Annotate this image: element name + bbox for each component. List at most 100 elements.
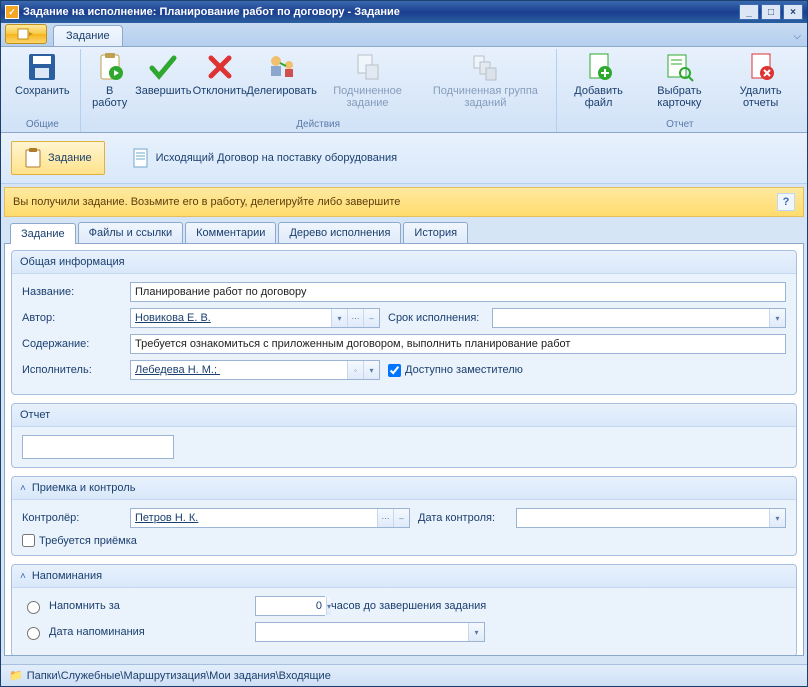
close-button[interactable]: × xyxy=(783,4,803,20)
panel-general: Общая информация Название: Автор: ▾ ⋯ – … xyxy=(11,250,797,395)
panel-reminder: ˄ Напоминания Напомнить за ▾ часов до за… xyxy=(11,564,797,656)
remind-date-dropdown-icon[interactable]: ▾ xyxy=(468,623,484,641)
needs-acceptance-checkbox[interactable]: Требуется приёмка xyxy=(22,534,786,547)
content-area: Общая информация Название: Автор: ▾ ⋯ – … xyxy=(4,244,804,656)
tab-comments[interactable]: Комментарии xyxy=(185,222,276,243)
to-work-label: В работу xyxy=(91,85,129,109)
control-date-input[interactable] xyxy=(517,509,769,527)
report-input[interactable] xyxy=(22,435,174,459)
author-combo[interactable]: ▾ ⋯ – xyxy=(130,308,380,328)
author-clear-icon[interactable]: – xyxy=(363,309,379,327)
app-icon: ✓ xyxy=(5,5,19,19)
save-icon xyxy=(26,51,58,83)
complete-label: Завершить xyxy=(135,85,191,97)
ribbon-group-actions-label: Действия xyxy=(85,117,552,132)
content-input[interactable] xyxy=(130,334,786,354)
hours-spin[interactable]: ▾ xyxy=(255,596,325,616)
reject-button[interactable]: Отклонить xyxy=(192,49,247,99)
author-ellipsis-icon[interactable]: ⋯ xyxy=(347,309,363,327)
author-dropdown-icon[interactable]: ▾ xyxy=(331,309,347,327)
main-tabs: Задание Файлы и ссылки Комментарии Дерев… xyxy=(4,220,804,244)
doc-chip-task[interactable]: Задание xyxy=(11,141,105,175)
remind-before-radio[interactable] xyxy=(27,601,40,614)
ribbon-group-common-label: Общие xyxy=(9,117,76,132)
doc-chip-contract[interactable]: Исходящий Договор на поставку оборудован… xyxy=(119,141,410,175)
ribbon-group-actions: В работу Завершить Отклонить Делегироват… xyxy=(81,49,557,132)
controller-clear-icon[interactable]: – xyxy=(393,509,409,527)
subtask-label: Подчиненное задание xyxy=(322,85,413,109)
panel-reminder-header[interactable]: ˄ Напоминания xyxy=(12,565,796,588)
save-button[interactable]: Сохранить xyxy=(9,49,76,99)
subtask-button: Подчиненное задание xyxy=(316,49,419,111)
tab-task[interactable]: Задание xyxy=(10,223,76,244)
remind-date-label: Дата напоминания xyxy=(49,626,249,638)
panel-control-header[interactable]: ˄ Приемка и контроль xyxy=(12,477,796,500)
tab-history[interactable]: История xyxy=(403,222,468,243)
chevron-up-icon: ˄ xyxy=(20,483,26,494)
control-date-label: Дата контроля: xyxy=(418,512,508,524)
controller-input[interactable] xyxy=(131,509,377,527)
deadline-input[interactable] xyxy=(493,309,769,327)
window-titlebar: ✓ Задание на исполнение: Планирование ра… xyxy=(1,1,807,23)
executor-label: Исполнитель: xyxy=(22,364,122,376)
controller-ellipsis-icon[interactable]: ⋯ xyxy=(377,509,393,527)
ribbon-tab-task[interactable]: Задание xyxy=(53,25,123,46)
ribbon-collapse-icon[interactable]: ⌵ xyxy=(793,31,801,42)
doc-chip-contract-label: Исходящий Договор на поставку оборудован… xyxy=(156,152,397,164)
reject-label: Отклонить xyxy=(193,85,247,97)
author-label: Автор: xyxy=(22,312,122,324)
executor-spin-icon[interactable]: ◦ xyxy=(347,361,363,379)
panel-report-title: Отчет xyxy=(20,409,50,421)
save-label: Сохранить xyxy=(15,85,70,97)
statusbar-path: Папки\Служебные\Маршрутизация\Мои задани… xyxy=(27,670,331,682)
doc-band: Задание Исходящий Договор на поставку об… xyxy=(1,133,807,184)
deadline-combo[interactable]: ▾ xyxy=(492,308,786,328)
file-add-icon xyxy=(583,51,615,83)
panel-general-title: Общая информация xyxy=(20,256,125,268)
delete-reports-button[interactable]: Удалить отчеты xyxy=(722,49,799,111)
deputy-checkbox[interactable]: Доступно заместителю xyxy=(388,364,523,377)
statusbar: 📁 Папки\Служебные\Маршрутизация\Мои зада… xyxy=(1,664,807,686)
delegate-button[interactable]: Делегировать xyxy=(247,49,316,99)
controller-combo[interactable]: ⋯ – xyxy=(130,508,410,528)
control-date-combo[interactable]: ▾ xyxy=(516,508,786,528)
needs-acceptance-input[interactable] xyxy=(22,534,35,547)
subgroup-button: Подчиненная группа заданий xyxy=(419,49,551,111)
file-delete-icon xyxy=(745,51,777,83)
tab-files[interactable]: Файлы и ссылки xyxy=(78,222,184,243)
app-menu-button[interactable] xyxy=(5,24,47,44)
executor-combo[interactable]: ◦ ▾ xyxy=(130,360,380,380)
check-icon xyxy=(147,51,179,83)
panel-general-header: Общая информация xyxy=(12,251,796,274)
help-icon[interactable]: ? xyxy=(777,193,795,211)
control-date-dropdown-icon[interactable]: ▾ xyxy=(769,509,785,527)
tab-exec-tree[interactable]: Дерево исполнения xyxy=(278,222,401,243)
subtask-icon xyxy=(352,51,384,83)
executor-dropdown-icon[interactable]: ▾ xyxy=(363,361,379,379)
panel-control: ˄ Приемка и контроль Контролёр: ⋯ – Дата… xyxy=(11,476,797,556)
remind-date-combo[interactable]: ▾ xyxy=(255,622,485,642)
delegate-icon xyxy=(266,51,298,83)
ribbon-group-report-label: Отчет xyxy=(561,117,799,132)
name-input[interactable] xyxy=(130,282,786,302)
delegate-label: Делегировать xyxy=(246,85,317,97)
deadline-dropdown-icon[interactable]: ▾ xyxy=(769,309,785,327)
maximize-button[interactable]: □ xyxy=(761,4,781,20)
deputy-checkbox-input[interactable] xyxy=(388,364,401,377)
panel-report: Отчет xyxy=(11,403,797,468)
executor-input[interactable] xyxy=(131,361,347,379)
add-file-button[interactable]: Добавить файл xyxy=(561,49,637,111)
panel-report-header: Отчет xyxy=(12,404,796,427)
clipboard-play-icon xyxy=(94,51,126,83)
ribbon-tabstrip: Задание ⌵ xyxy=(1,23,807,47)
minimize-button[interactable]: _ xyxy=(739,4,759,20)
complete-button[interactable]: Завершить xyxy=(135,49,192,99)
remind-date-input[interactable] xyxy=(256,623,468,641)
choose-card-button[interactable]: Выбрать карточку xyxy=(637,49,723,111)
clipboard-icon xyxy=(24,148,42,168)
content-label: Содержание: xyxy=(22,338,122,350)
hours-input[interactable] xyxy=(256,597,326,615)
remind-date-radio[interactable] xyxy=(27,627,40,640)
to-work-button[interactable]: В работу xyxy=(85,49,135,111)
author-input[interactable] xyxy=(131,309,331,327)
